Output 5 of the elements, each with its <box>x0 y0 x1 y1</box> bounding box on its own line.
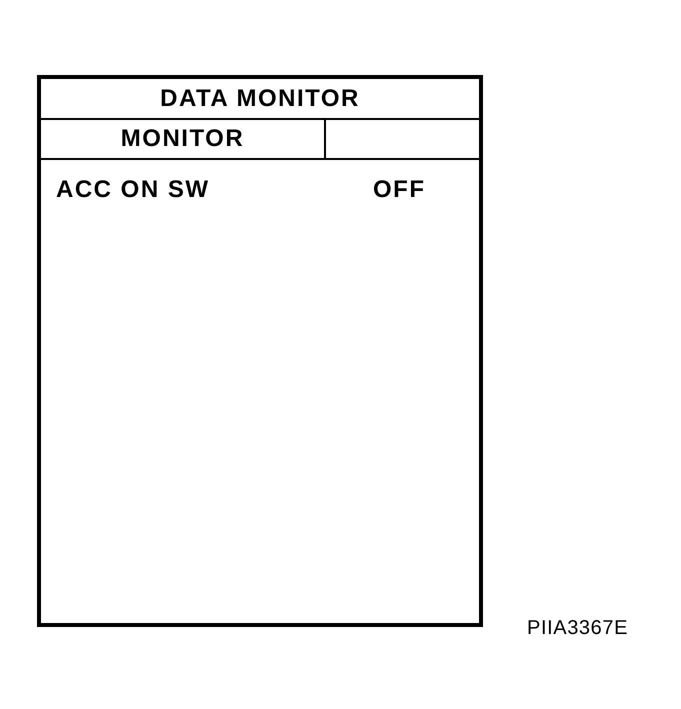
panel-title: DATA MONITOR <box>160 84 360 112</box>
column-header: MONITOR <box>120 125 244 153</box>
monitor-item-value: OFF <box>373 176 426 204</box>
figure-code: PIIA3367E <box>527 617 628 640</box>
monitor-item-label: ACC ON SW <box>56 176 210 204</box>
